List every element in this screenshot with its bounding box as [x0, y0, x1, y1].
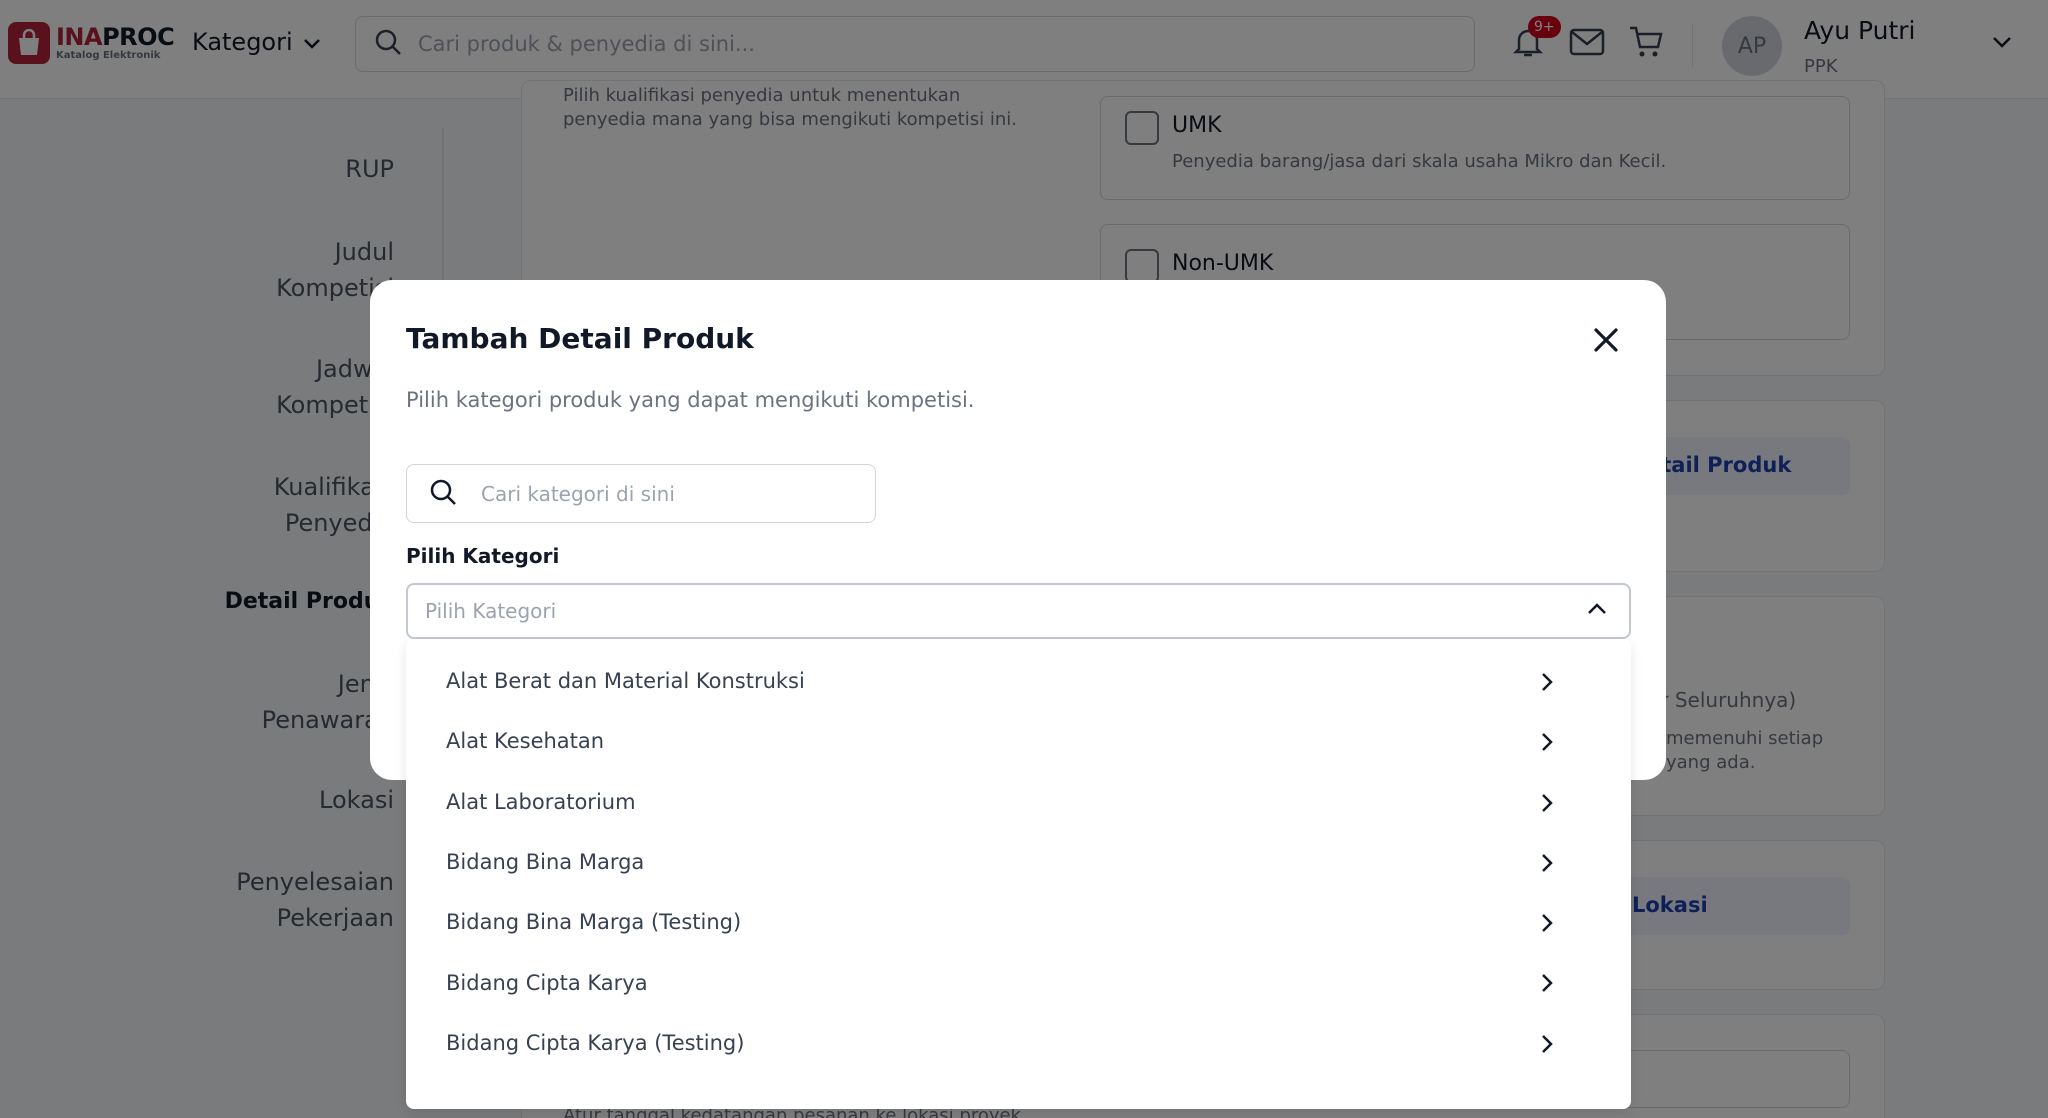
chevron-right-icon — [1540, 1033, 1554, 1060]
chevron-right-icon — [1540, 972, 1554, 999]
modal-description: Pilih kategori produk yang dapat mengiku… — [406, 388, 975, 412]
category-option-bidang-cipta-karya-testing[interactable]: Bidang Cipta Karya (Testing) — [406, 1013, 1631, 1073]
category-option-bidang-cipta-karya[interactable]: Bidang Cipta Karya — [406, 952, 1631, 1012]
chevron-right-icon — [1540, 852, 1554, 879]
category-option-label: Bidang Bina Marga — [446, 850, 645, 875]
category-option-label: Bidang Cipta Karya (Testing) — [446, 1030, 745, 1055]
chevron-right-icon — [1540, 731, 1554, 758]
chevron-right-icon — [1540, 912, 1554, 939]
category-option-label: Alat Laboratorium — [446, 789, 636, 814]
category-option-label: Alat Berat dan Material Konstruksi — [446, 669, 805, 694]
category-option-alat-kesehatan[interactable]: Alat Kesehatan — [406, 711, 1631, 771]
chevron-up-icon — [1587, 601, 1607, 620]
category-select[interactable]: Pilih Kategori — [406, 583, 1631, 639]
category-search-field[interactable] — [406, 464, 876, 523]
category-search-input[interactable] — [481, 481, 841, 506]
category-option-alat-berat[interactable]: Alat Berat dan Material Konstruksi — [406, 651, 1631, 711]
category-option-label: Alat Kesehatan — [446, 729, 605, 754]
modal-title: Tambah Detail Produk — [406, 322, 754, 355]
close-icon — [1590, 328, 1622, 360]
chevron-right-icon — [1540, 671, 1554, 698]
category-select-placeholder: Pilih Kategori — [425, 599, 557, 623]
close-button[interactable] — [1590, 324, 1622, 356]
category-select-label: Pilih Kategori — [406, 544, 560, 568]
category-dropdown-list: Alat Berat dan Material Konstruksi Alat … — [406, 639, 1631, 1109]
chevron-right-icon — [1540, 792, 1554, 819]
category-option-label: Bidang Cipta Karya — [446, 970, 648, 995]
category-option-alat-laboratorium[interactable]: Alat Laboratorium — [406, 772, 1631, 832]
category-option-label: Bidang Bina Marga (Testing) — [446, 910, 742, 935]
category-option-bidang-bina-marga[interactable]: Bidang Bina Marga — [406, 832, 1631, 892]
category-option-bidang-bina-marga-testing[interactable]: Bidang Bina Marga (Testing) — [406, 892, 1631, 952]
search-icon — [429, 478, 457, 510]
